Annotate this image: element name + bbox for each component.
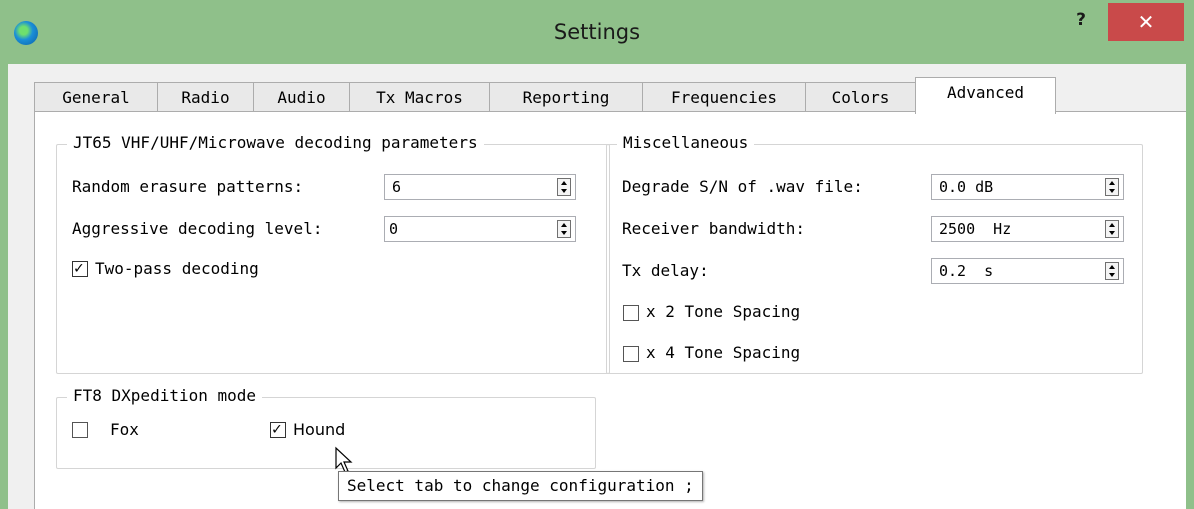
spin-arrows-icon[interactable] <box>557 220 571 238</box>
tab-colors[interactable]: Colors <box>805 82 916 112</box>
advanced-tab-pane: JT65 VHF/UHF/Microwave decoding paramete… <box>34 111 1186 509</box>
degrade-spinbox[interactable]: 0.0 dB <box>931 174 1124 200</box>
tab-advanced[interactable]: Advanced <box>915 77 1056 114</box>
txdelay-spinbox[interactable]: 0.2 s <box>931 258 1124 284</box>
spin-arrows-icon[interactable] <box>557 178 571 196</box>
tab-general[interactable]: General <box>34 82 158 112</box>
tab-radio[interactable]: Radio <box>157 82 254 112</box>
aggressive-level-value: 0 <box>389 220 399 238</box>
bandwidth-label: Receiver bandwidth: <box>622 219 806 238</box>
bandwidth-spinbox[interactable]: 2500 Hz <box>931 216 1124 242</box>
bandwidth-value: 2500 Hz <box>939 220 1012 238</box>
title-bar[interactable]: Settings ? ✕ <box>0 0 1194 64</box>
spin-arrows-icon[interactable] <box>1105 220 1119 238</box>
random-erasure-value: 6 <box>392 178 402 196</box>
x4-tone-checkbox[interactable] <box>623 346 639 362</box>
misc-group: Miscellaneous Degrade S/N of .wav file: … <box>606 133 1143 374</box>
ft8-legend: FT8 DXpedition mode <box>67 386 263 405</box>
aggressive-level-label: Aggressive decoding level: <box>72 219 323 238</box>
txdelay-label: Tx delay: <box>622 261 709 280</box>
random-erasure-spinbox[interactable]: 6 <box>384 174 576 200</box>
window-title: Settings <box>553 20 641 44</box>
fox-label: Fox <box>110 420 139 439</box>
x2-tone-checkbox[interactable] <box>623 305 639 321</box>
tooltip: Select tab to change configuration ; <box>338 471 703 501</box>
txdelay-value: 0.2 s <box>939 262 994 280</box>
tab-tx-macros[interactable]: Tx Macros <box>349 82 490 112</box>
tab-frequencies[interactable]: Frequencies <box>642 82 806 112</box>
hound-label: Hound <box>293 420 346 439</box>
fox-checkbox[interactable] <box>72 422 88 438</box>
tab-audio[interactable]: Audio <box>253 82 350 112</box>
checkmark-icon: ✓ <box>272 419 282 438</box>
random-erasure-label: Random erasure patterns: <box>72 177 304 196</box>
x2-tone-label: x 2 Tone Spacing <box>646 302 801 321</box>
tab-reporting[interactable]: Reporting <box>489 82 643 112</box>
checkmark-icon: ✓ <box>74 258 84 277</box>
hound-checkbox[interactable]: ✓ <box>270 419 286 438</box>
close-button[interactable]: ✕ <box>1108 3 1184 41</box>
misc-legend: Miscellaneous <box>617 133 755 152</box>
degrade-value: 0.0 dB <box>939 178 994 196</box>
two-pass-label: Two-pass decoding <box>95 259 259 278</box>
degrade-label: Degrade S/N of .wav file: <box>622 177 863 196</box>
aggressive-level-spinbox[interactable]: 0 <box>384 216 576 242</box>
spin-arrows-icon[interactable] <box>1105 262 1119 280</box>
help-button[interactable]: ? <box>1066 10 1096 38</box>
ft8-group: FT8 DXpedition mode Fox ✓ Hound <box>56 386 596 469</box>
spin-arrows-icon[interactable] <box>1105 178 1119 196</box>
jt65-legend: JT65 VHF/UHF/Microwave decoding paramete… <box>67 133 484 152</box>
x4-tone-label: x 4 Tone Spacing <box>646 343 801 362</box>
two-pass-checkbox[interactable]: ✓ <box>72 258 88 277</box>
jt65-group: JT65 VHF/UHF/Microwave decoding paramete… <box>56 133 610 374</box>
